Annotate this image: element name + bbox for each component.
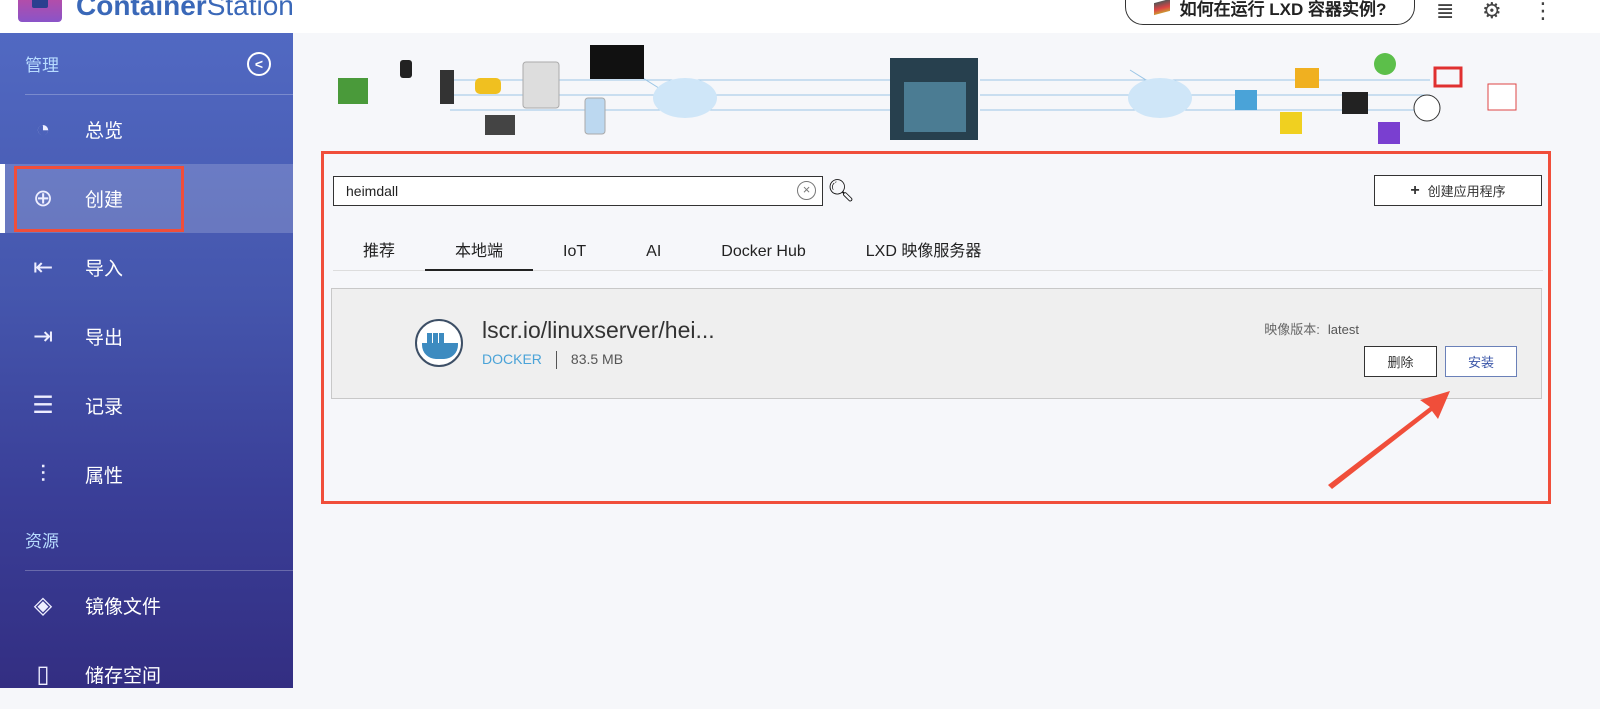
section-resources: 资源 [25, 509, 293, 571]
tab-iot[interactable]: IoT [533, 232, 616, 271]
more-vertical-icon[interactable]: ⋮ [1532, 0, 1554, 24]
storage-icon: ▯ [36, 661, 50, 688]
delete-button[interactable]: 删除 [1364, 346, 1437, 377]
help-label: 如何在运行 LXD 容器实例? [1179, 0, 1387, 19]
tab-local[interactable]: 本地端 [425, 232, 534, 271]
tab-recommended[interactable]: 推荐 [333, 232, 425, 271]
section-label: 资源 [25, 532, 59, 551]
gear-icon[interactable]: ⚙ [1482, 0, 1502, 24]
image-type: DOCKER [482, 351, 542, 367]
plus-icon: + [1410, 181, 1420, 199]
layers-icon: ◈ [33, 592, 53, 619]
app-name-bold: Container [76, 0, 207, 21]
search-icon[interactable]: 🔍︎ [827, 178, 855, 204]
sidebar-item-properties[interactable]: ⫶ 属性 [0, 440, 293, 509]
sidebar-item-images[interactable]: ◈ 镜像文件 [0, 571, 293, 640]
sidebar-item-label: 导入 [85, 259, 124, 280]
export-icon: ⇥ [32, 323, 54, 350]
divider [555, 351, 557, 369]
search-input[interactable]: heimdall × [333, 176, 823, 206]
create-application-button[interactable]: + 创建应用程序 [1374, 175, 1542, 206]
import-icon: ⇤ [32, 254, 54, 281]
sidebar-item-label: 储存空间 [85, 666, 162, 687]
sidebar-item-export[interactable]: ⇥ 导出 [0, 302, 293, 371]
app-logo: ContainerStation [18, 0, 294, 22]
stack-icon[interactable]: ≣ [1436, 0, 1454, 24]
source-tabs: 推荐 本地端 IoT AI Docker Hub LXD 映像服务器 [333, 232, 1543, 271]
version-label: 映像版本: [1264, 322, 1320, 337]
sidebar-item-label: 记录 [85, 397, 124, 418]
collapse-sidebar-icon[interactable]: < [247, 51, 271, 76]
tab-docker-hub[interactable]: Docker Hub [691, 232, 835, 271]
circuit-board-icon [338, 78, 368, 104]
sidebar-item-log[interactable]: ☰ 记录 [0, 371, 293, 440]
image-result-card: lscr.io/linuxserver/hei... DOCKER 83.5 MB… [331, 288, 1542, 399]
sidebar-item-label: 属性 [85, 466, 124, 487]
log-icon: ☰ [32, 392, 54, 419]
tab-ai[interactable]: AI [616, 232, 691, 271]
top-bar: ContainerStation 如何在运行 LXD 容器实例? ≣ ⚙ ⋮ [0, 0, 1600, 33]
banner-illustration [338, 45, 1517, 144]
lxd-help-button[interactable]: 如何在运行 LXD 容器实例? [1125, 0, 1415, 25]
highlight-box [14, 166, 184, 232]
sidebar-item-label: 镜像文件 [85, 597, 162, 618]
docker-icon [415, 319, 463, 367]
book-icon [1153, 0, 1170, 16]
dashboard-icon: ◔ [35, 115, 51, 143]
sidebar-item-storage[interactable]: ▯ 储存空间 [0, 640, 293, 709]
sidebar: 管理 < ◔ 总览 ⊕ 创建 ⇤ 导入 ⇥ 导出 ☰ 记录 ⫶ 属性 资源 ◈ 镜像文件 ▯ 储存… [0, 33, 293, 688]
section-label: 管理 [25, 56, 59, 75]
image-name[interactable]: lscr.io/linuxserver/hei... [482, 317, 715, 344]
sidebar-item-create[interactable]: ⊕ 创建 [0, 164, 293, 233]
image-version: 映像版本: latest [1264, 319, 1359, 338]
image-size: 83.5 MB [570, 351, 624, 367]
tab-lxd-image-server[interactable]: LXD 映像服务器 [836, 232, 1012, 271]
create-app-label: 创建应用程序 [1427, 184, 1506, 199]
clear-search-icon[interactable]: × [797, 181, 816, 200]
sidebar-item-label: 总览 [85, 121, 124, 142]
search-value: heimdall [346, 183, 399, 199]
sidebar-item-overview[interactable]: ◔ 总览 [0, 95, 293, 164]
image-meta: DOCKER 83.5 MB [482, 351, 623, 369]
container-station-logo-icon [18, 0, 62, 22]
app-name-light: Station [206, 0, 294, 21]
version-value: latest [1327, 322, 1359, 337]
sidebar-item-label: 导出 [85, 328, 124, 349]
install-button[interactable]: 安装 [1445, 346, 1517, 377]
annotation-arrow [1328, 391, 1450, 489]
section-manage: 管理 < [25, 33, 293, 95]
sliders-icon: ⫶ [40, 460, 46, 488]
sidebar-item-import[interactable]: ⇤ 导入 [0, 233, 293, 302]
